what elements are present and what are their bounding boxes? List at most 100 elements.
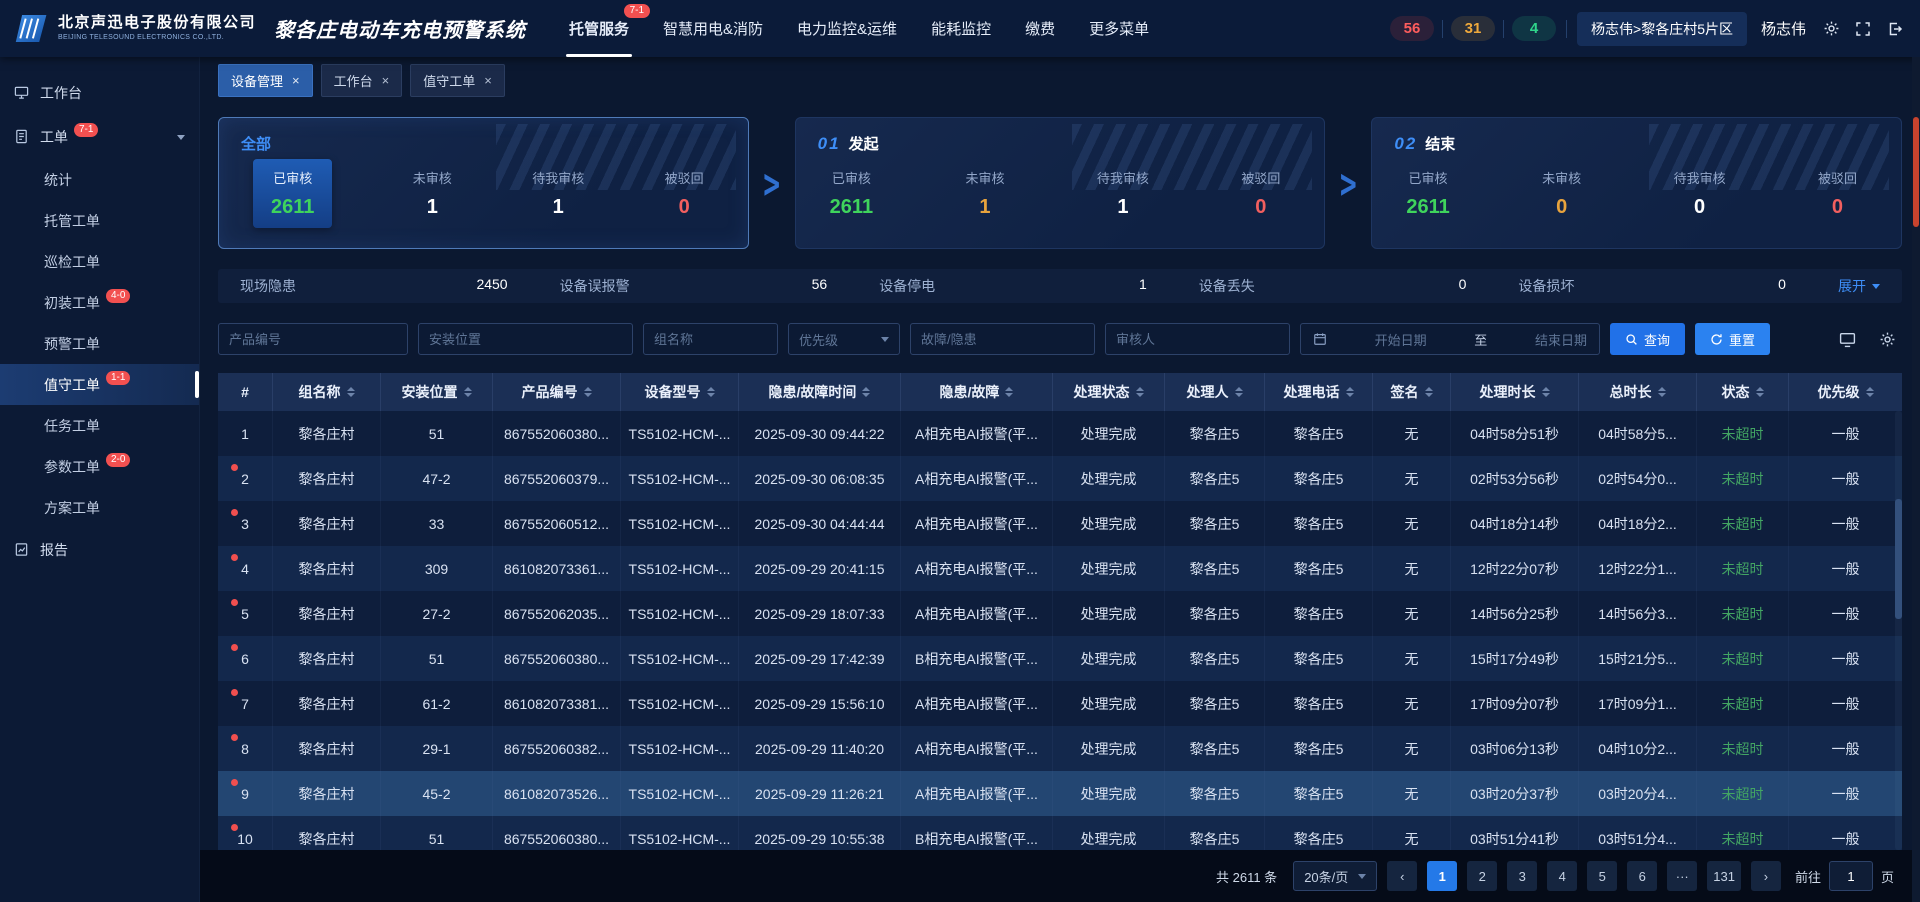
column-header-4[interactable]: 设备型号 [621,373,739,411]
date-range-picker[interactable]: 开始日期至结束日期 [1300,323,1600,355]
nav-item-4[interactable]: 能耗监控 [914,0,1008,57]
card-stat[interactable]: 未审核1 [965,168,1004,219]
table-row-5[interactable]: 5黎各庄村27-2867552062035...TS5102-HCM-...20… [218,591,1902,636]
column-header-7[interactable]: 处理状态 [1053,373,1165,411]
sidebar-item-2[interactable]: 统计 [0,159,199,200]
column-header-11[interactable]: 处理时长 [1451,373,1579,411]
sidebar-item-10[interactable]: 方案工单 [0,487,199,528]
card-stat[interactable]: 被驳回0 [665,168,704,219]
column-header-3[interactable]: 产品编号 [493,373,621,411]
goto-page-input[interactable] [1829,861,1873,891]
table-row-10[interactable]: 10黎各庄村51867552060380...TS5102-HCM-...202… [218,816,1902,850]
sort-icon[interactable] [1542,387,1550,397]
column-header-2[interactable]: 安装位置 [381,373,493,411]
alert-counter-orange[interactable]: 31 [1451,16,1495,41]
column-header-13[interactable]: 状态 [1697,373,1789,411]
sort-icon[interactable] [707,387,715,397]
page-button-6[interactable]: 6 [1627,861,1657,891]
sort-icon[interactable] [1866,387,1874,397]
card-stat[interactable]: 未审核1 [413,168,452,219]
card-stat[interactable]: 待我审核0 [1674,168,1726,219]
filter-input-2[interactable] [643,323,778,355]
sort-icon[interactable] [464,387,472,397]
sort-icon[interactable] [1658,387,1666,397]
table-row-7[interactable]: 7黎各庄村61-2861082073381...TS5102-HCM-...20… [218,681,1902,726]
priority-select[interactable]: 优先级 [788,323,900,355]
page-scrollbar-thumb[interactable] [1913,117,1919,227]
column-header-12[interactable]: 总时长 [1579,373,1697,411]
card-stat[interactable]: 已审核2611 [253,159,332,228]
card-stat[interactable]: 未审核0 [1542,168,1581,219]
sidebar-item-7[interactable]: 值守工单1-1 [0,364,199,405]
page-button-131[interactable]: 131 [1707,861,1741,891]
sort-icon[interactable] [1005,387,1013,397]
sidebar-item-1[interactable]: 工单7-1 [0,115,199,159]
filter-input-4[interactable] [910,323,1095,355]
next-page-button[interactable]: › [1751,861,1781,891]
tab-2[interactable]: 值守工单× [410,64,505,97]
card-stat[interactable]: 待我审核1 [1097,168,1149,219]
table-row-6[interactable]: 6黎各庄村51867552060380...TS5102-HCM-...2025… [218,636,1902,681]
page-size-select[interactable]: 20条/页 [1293,861,1377,891]
column-header-5[interactable]: 隐患/故障时间 [739,373,901,411]
table-row-8[interactable]: 8黎各庄村29-1867552060382...TS5102-HCM-...20… [218,726,1902,771]
sidebar-item-8[interactable]: 任务工单 [0,405,199,446]
page-button-1[interactable]: 1 [1427,861,1457,891]
sidebar-item-3[interactable]: 托管工单 [0,200,199,241]
close-icon[interactable]: × [382,73,390,88]
column-header-10[interactable]: 签名 [1373,373,1451,411]
nav-item-3[interactable]: 电力监控&运维 [780,0,914,57]
sidebar-item-5[interactable]: 初装工单4-0 [0,282,199,323]
column-header-1[interactable]: 组名称 [273,373,381,411]
settings-icon[interactable] [1820,18,1842,40]
nav-item-2[interactable]: 智慧用电&消防 [646,0,780,57]
username[interactable]: 杨志伟 [1761,18,1806,39]
sort-icon[interactable] [1136,387,1144,397]
reset-button[interactable]: 重置 [1695,323,1770,355]
page-ellipsis[interactable]: ··· [1667,861,1697,891]
page-button-3[interactable]: 3 [1507,861,1537,891]
card-stat[interactable]: 已审核2611 [830,168,873,219]
sort-icon[interactable] [1346,387,1354,397]
nav-item-5[interactable]: 缴费 [1008,0,1072,57]
column-header-6[interactable]: 隐患/故障 [901,373,1053,411]
filter-input-5[interactable] [1105,323,1290,355]
logout-icon[interactable] [1884,18,1906,40]
filter-input-0[interactable] [218,323,408,355]
close-icon[interactable]: × [484,73,492,88]
nav-item-6[interactable]: 更多菜单 [1072,0,1166,57]
table-row-1[interactable]: 1黎各庄村51867552060380...TS5102-HCM-...2025… [218,411,1902,456]
prev-page-button[interactable]: ‹ [1387,861,1417,891]
sort-icon[interactable] [584,387,592,397]
column-header-0[interactable]: # [218,373,273,411]
sort-icon[interactable] [862,387,870,397]
table-scrollbar[interactable] [1895,411,1902,850]
fullscreen-icon[interactable] [1852,18,1874,40]
tab-0[interactable]: 设备管理× [218,64,313,97]
tab-1[interactable]: 工作台× [321,64,403,97]
close-icon[interactable]: × [292,73,300,88]
alert-counter-green[interactable]: 4 [1512,16,1556,41]
table-row-3[interactable]: 3黎各庄村33867552060512...TS5102-HCM-...2025… [218,501,1902,546]
column-header-9[interactable]: 处理电话 [1265,373,1373,411]
sidebar-item-6[interactable]: 预警工单 [0,323,199,364]
expand-toggle[interactable]: 展开 [1838,276,1880,296]
card-stat[interactable]: 被驳回0 [1241,168,1280,219]
display-icon[interactable] [1832,324,1862,354]
page-scrollbar[interactable] [1912,57,1920,902]
page-button-5[interactable]: 5 [1587,861,1617,891]
column-header-8[interactable]: 处理人 [1165,373,1265,411]
sort-icon[interactable] [347,387,355,397]
alert-counter-red[interactable]: 56 [1390,16,1434,41]
table-row-2[interactable]: 2黎各庄村47-2867552060379...TS5102-HCM-...20… [218,456,1902,501]
sidebar-item-9[interactable]: 参数工单2-0 [0,446,199,487]
sidebar-item-4[interactable]: 巡检工单 [0,241,199,282]
area-selector[interactable]: 杨志伟>黎各庄村5片区 [1577,12,1747,46]
table-row-9[interactable]: 9黎各庄村45-2861082073526...TS5102-HCM-...20… [218,771,1902,816]
sidebar-item-0[interactable]: 工作台 [0,71,199,115]
sidebar-item-11[interactable]: 报告 [0,528,199,572]
card-stat[interactable]: 已审核2611 [1406,168,1449,219]
sort-icon[interactable] [1235,387,1243,397]
sort-icon[interactable] [1425,387,1433,397]
table-row-4[interactable]: 4黎各庄村309861082073361...TS5102-HCM-...202… [218,546,1902,591]
